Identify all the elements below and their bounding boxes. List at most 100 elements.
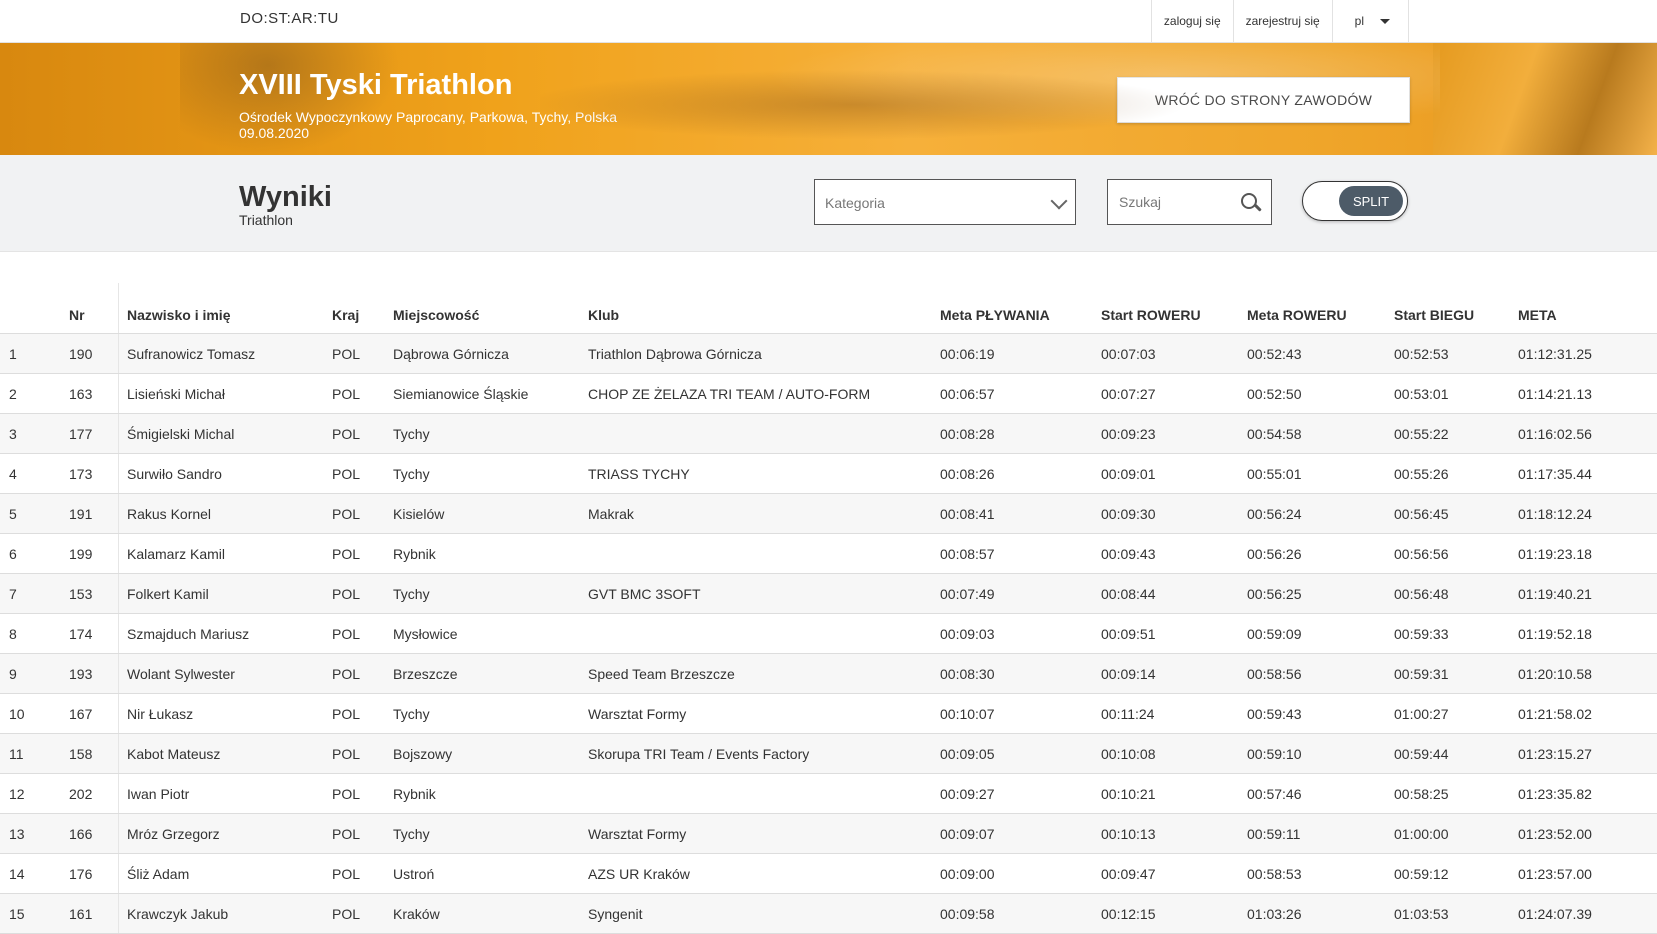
cell-club: GVT BMC 3SOFT [588, 573, 940, 614]
cell-finish: 01:23:52.00 [1518, 813, 1657, 854]
cell-nr: 190 [69, 333, 119, 374]
cell-bike-finish: 00:55:01 [1247, 453, 1394, 494]
page-subtitle: Triathlon [239, 212, 293, 228]
cell-run-start: 00:59:12 [1394, 853, 1518, 894]
register-link[interactable]: zarejestruj się [1232, 0, 1332, 42]
cell-bike-start: 00:09:01 [1101, 453, 1247, 494]
header-swim-finish[interactable]: Meta PŁYWANIA [940, 283, 1101, 334]
header-nr[interactable]: Nr [69, 283, 119, 334]
cell-bike-finish: 00:59:43 [1247, 693, 1394, 734]
cell-place: 11 [0, 733, 69, 774]
cell-bike-finish: 00:59:09 [1247, 613, 1394, 654]
header-name[interactable]: Nazwisko i imię [118, 283, 332, 334]
cell-club: Syngenit [588, 893, 940, 934]
cell-country: POL [332, 773, 393, 814]
search-input[interactable] [1117, 193, 1241, 211]
event-date: 09.08.2020 [239, 125, 310, 141]
table-row[interactable]: 2 163 Lisieński Michał POL Siemianowice Śląs… [0, 373, 1657, 414]
cell-finish: 01:16:02.56 [1518, 413, 1657, 454]
table-row[interactable]: 5 191 Rakus Kornel POL Kisielów Makrak 00:08:4… [0, 493, 1657, 534]
cell-swim-finish: 00:08:26 [940, 453, 1101, 494]
cell-finish: 01:19:23.18 [1518, 533, 1657, 574]
cell-finish: 01:24:07.39 [1518, 893, 1657, 934]
cell-bike-finish: 00:56:26 [1247, 533, 1394, 574]
cell-place: 15 [0, 893, 69, 934]
cell-swim-finish: 00:09:07 [940, 813, 1101, 854]
cell-city: Siemianowice Śląskie [393, 373, 588, 414]
cell-run-start: 00:56:56 [1394, 533, 1518, 574]
category-select[interactable]: Kategoria [814, 179, 1076, 225]
cell-swim-finish: 00:10:07 [940, 693, 1101, 734]
cell-bike-start: 00:07:03 [1101, 333, 1247, 374]
event-title: XVIII Tyski Triathlon [239, 69, 513, 101]
cell-city: Tychy [393, 453, 588, 494]
cell-name: Śmigielski Michal [118, 413, 332, 454]
cell-club: Makrak [588, 493, 940, 534]
table-row[interactable]: 12 202 Iwan Piotr POL Rybnik 00:09:27 00:10:21… [0, 773, 1657, 814]
cell-club: CHOP ZE ŻELAZA TRI TEAM / AUTO-FORM [588, 373, 940, 414]
cell-run-start: 00:55:22 [1394, 413, 1518, 454]
cell-nr: 191 [69, 493, 119, 534]
cell-name: Wolant Sylwester [118, 653, 332, 694]
results-body: 1 190 Sufranowicz Tomasz POL Dąbrowa Górnicz… [0, 333, 1657, 934]
cell-city: Kraków [393, 893, 588, 934]
cell-nr: 167 [69, 693, 119, 734]
header-country[interactable]: Kraj [332, 283, 393, 334]
cell-bike-finish: 00:56:24 [1247, 493, 1394, 534]
split-toggle[interactable]: SPLIT [1302, 181, 1408, 221]
header-finish[interactable]: META [1518, 283, 1657, 334]
cell-place: 9 [0, 653, 69, 694]
table-row[interactable]: 6 199 Kalamarz Kamil POL Rybnik 00:08:57 00:09… [0, 533, 1657, 574]
header-city[interactable]: Miejscowość [393, 283, 588, 334]
cell-country: POL [332, 693, 393, 734]
chevron-down-icon [1380, 18, 1390, 24]
language-selector[interactable]: pl [1331, 0, 1409, 42]
table-row[interactable]: 10 167 Nir Łukasz POL Tychy Warsztat Formy 00:… [0, 693, 1657, 734]
cell-finish: 01:17:35.44 [1518, 453, 1657, 494]
cell-name: Nir Łukasz [118, 693, 332, 734]
cell-place: 8 [0, 613, 69, 654]
cell-swim-finish: 00:09:00 [940, 853, 1101, 894]
header-bike-finish[interactable]: Meta ROWERU [1247, 283, 1394, 334]
cell-country: POL [332, 533, 393, 574]
cell-place: 10 [0, 693, 69, 734]
table-row[interactable]: 8 174 Szmajduch Mariusz POL Mysłowice 00:09:0… [0, 613, 1657, 654]
table-row[interactable]: 4 173 Surwiło Sandro POL Tychy TRIASS TYCHY 00… [0, 453, 1657, 494]
back-to-event-button[interactable]: WRÓĆ DO STRONY ZAWODÓW [1117, 77, 1410, 123]
event-location: Ośrodek Wypoczynkowy Paprocany, Parkowa,… [239, 109, 618, 125]
cell-name: Surwiło Sandro [118, 453, 332, 494]
header-bike-start[interactable]: Start ROWERU [1101, 283, 1247, 334]
cell-place: 12 [0, 773, 69, 814]
cell-club [588, 533, 940, 574]
results-toolbar: Wyniki Triathlon Kategoria SPLIT [0, 155, 1657, 252]
cell-nr: 166 [69, 813, 119, 854]
cell-bike-start: 00:09:51 [1101, 613, 1247, 654]
table-header-row: Nr Nazwisko i imię Kraj Miejscowość Klub… [0, 283, 1657, 334]
search-icon[interactable] [1241, 193, 1257, 209]
cell-bike-start: 00:09:30 [1101, 493, 1247, 534]
cell-run-start: 01:03:53 [1394, 893, 1518, 934]
site-logo[interactable]: DO:ST:AR:TU [240, 10, 339, 27]
header-club[interactable]: Klub [588, 283, 940, 334]
header-run-start[interactable]: Start BIEGU [1394, 283, 1518, 334]
header-place [0, 283, 69, 334]
table-row[interactable]: 3 177 Śmigielski Michal POL Tychy 00:08:28 00:… [0, 413, 1657, 454]
cell-finish: 01:19:40.21 [1518, 573, 1657, 614]
cell-nr: 202 [69, 773, 119, 814]
table-row[interactable]: 14 176 Śliż Adam POL Ustroń AZS UR Kraków 00:0… [0, 853, 1657, 894]
cell-swim-finish: 00:09:05 [940, 733, 1101, 774]
table-row[interactable]: 11 158 Kabot Mateusz POL Bojszowy Skorupa TRI… [0, 733, 1657, 774]
cell-swim-finish: 00:08:57 [940, 533, 1101, 574]
table-row[interactable]: 1 190 Sufranowicz Tomasz POL Dąbrowa Górnicz… [0, 333, 1657, 374]
table-row[interactable]: 9 193 Wolant Sylwester POL Brzeszcze Speed Te… [0, 653, 1657, 694]
cell-swim-finish: 00:09:58 [940, 893, 1101, 934]
banner-image [1433, 43, 1657, 155]
cell-country: POL [332, 653, 393, 694]
table-row[interactable]: 7 153 Folkert Kamil POL Tychy GVT BMC 3SOFT 00… [0, 573, 1657, 614]
table-row[interactable]: 15 161 Krawczyk Jakub POL Kraków Syngenit 00:0… [0, 893, 1657, 934]
login-link[interactable]: zaloguj się [1150, 0, 1233, 42]
cell-club: TRIASS TYCHY [588, 453, 940, 494]
table-row[interactable]: 13 166 Mróz Grzegorz POL Tychy Warsztat Formy… [0, 813, 1657, 854]
category-placeholder: Kategoria [825, 195, 885, 211]
cell-country: POL [332, 493, 393, 534]
